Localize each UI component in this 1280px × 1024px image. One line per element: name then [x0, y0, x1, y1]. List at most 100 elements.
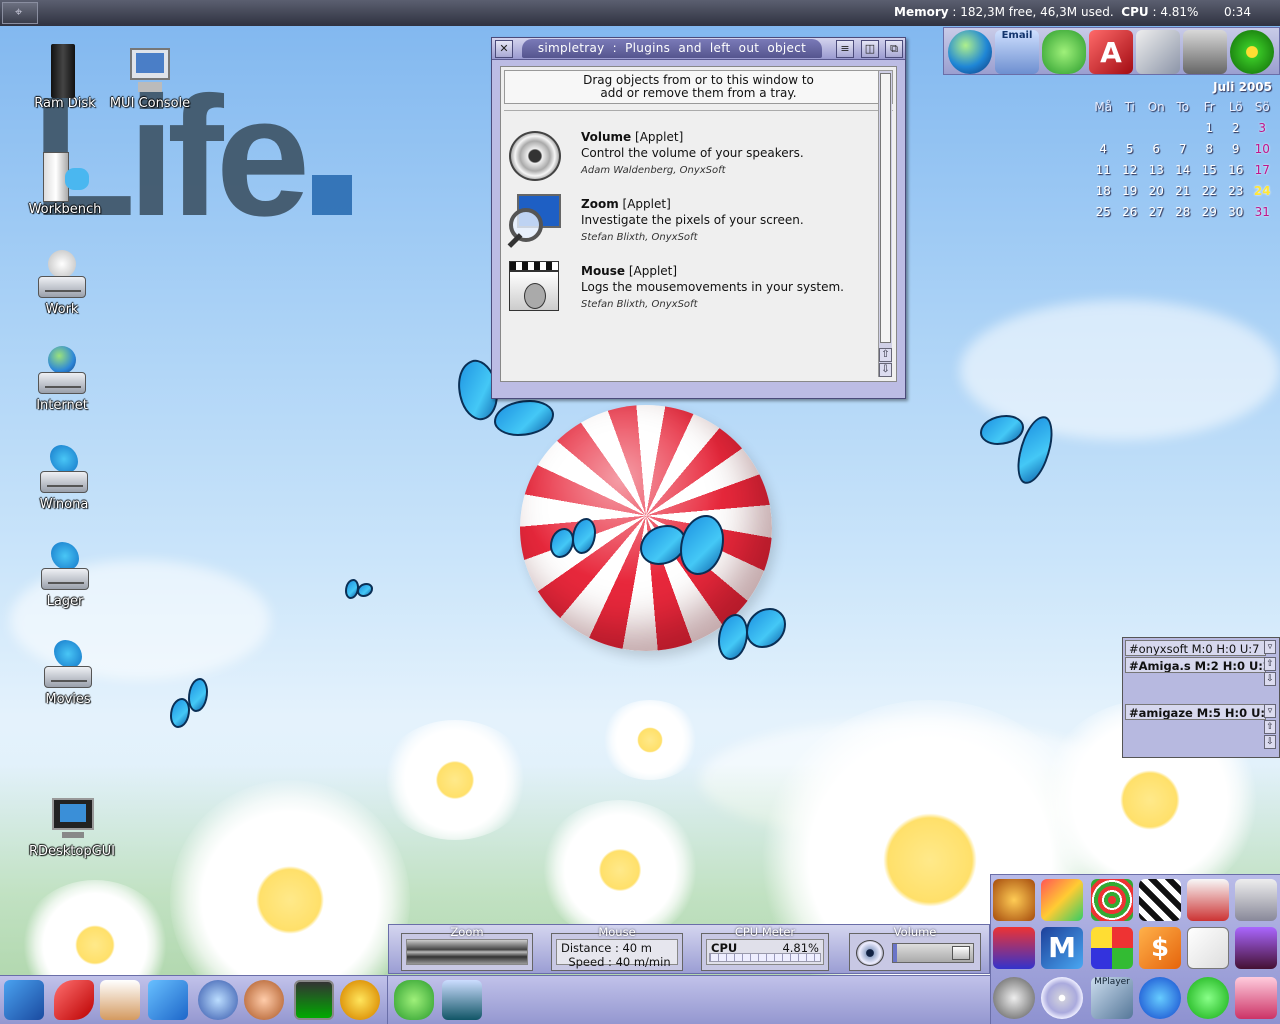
globe-icon[interactable] [948, 30, 992, 74]
calendar-day[interactable]: 8 [1196, 138, 1223, 159]
burning-icon[interactable] [993, 879, 1035, 921]
scroll-down-button[interactable]: ⇩ [1264, 735, 1276, 749]
calendar-day[interactable]: 6 [1143, 138, 1170, 159]
calendar-day[interactable]: 28 [1170, 201, 1197, 222]
email-butterfly-icon[interactable]: Email [995, 30, 1039, 74]
calendar-day[interactable]: 5 [1117, 138, 1144, 159]
window-titlebar[interactable]: ✕ simpletray : Plugins and left out obje… [492, 38, 905, 60]
volume-slider[interactable] [892, 943, 974, 963]
calendar-day[interactable]: 21 [1170, 180, 1197, 201]
scroll-down-button[interactable]: ⇩ [879, 363, 892, 377]
calendar-day[interactable]: 9 [1223, 138, 1250, 159]
volume-slider-knob[interactable] [952, 946, 970, 960]
calendar-day[interactable]: 2 [1223, 117, 1250, 138]
depth-button[interactable]: ⧉ [885, 40, 903, 58]
calendar-day[interactable]: 13 [1143, 159, 1170, 180]
cube-icon[interactable] [148, 980, 188, 1020]
desktop-icon-lager[interactable]: Lager [10, 542, 120, 609]
scroll-up-button[interactable]: ⇧ [879, 348, 892, 362]
zoom-applet[interactable]: Zoom [401, 925, 533, 971]
chat-bubbles-icon[interactable] [1042, 30, 1086, 74]
volume-applet[interactable]: Volume [849, 925, 981, 971]
mario-icon[interactable] [993, 927, 1035, 969]
calendar-day[interactable]: 10 [1249, 138, 1276, 159]
butterfly-app-icon[interactable] [1139, 977, 1181, 1019]
scroll-down-button[interactable]: ▿ [1264, 704, 1276, 718]
calendar-day[interactable]: 3 [1249, 117, 1276, 138]
cd-icon[interactable] [1041, 977, 1083, 1019]
calendar-day[interactable]: 12 [1117, 159, 1144, 180]
camera-icon[interactable] [1235, 879, 1277, 921]
calendar-day[interactable]: 17 [1249, 159, 1276, 180]
calendar-day[interactable]: 1 [1196, 117, 1223, 138]
chat-icon[interactable] [394, 980, 434, 1020]
search-globe-icon[interactable] [198, 980, 238, 1020]
zoom-button[interactable]: ◫ [861, 40, 879, 58]
calendar-day[interactable]: 20 [1143, 180, 1170, 201]
face-icon[interactable] [244, 980, 284, 1020]
monitor-icon[interactable] [294, 980, 334, 1020]
printer-icon[interactable] [100, 980, 140, 1020]
headphones-icon[interactable] [993, 977, 1035, 1019]
plugin-item-mouse[interactable]: Mouse [Applet] Logs the mousemovements i… [507, 261, 877, 321]
calendar-day[interactable]: 4 [1090, 138, 1117, 159]
scroll-down-button[interactable]: ▿ [1264, 640, 1276, 654]
desktop-icon-internet[interactable]: Internet [7, 346, 117, 413]
vertical-scrollbar[interactable]: ⇧ ⇩ [878, 71, 892, 377]
calendar-day[interactable]: 19 [1117, 180, 1144, 201]
mouse-applet[interactable]: Mouse Distance : 40 m Speed : 40 m/min [551, 925, 683, 971]
irc-channel-row[interactable]: #Amiga.s M:2 H:0 U:20 [1125, 657, 1266, 673]
desktop-icon-rdesktopgui[interactable]: RDesktopGUI [17, 786, 127, 859]
brush-icon[interactable] [4, 980, 44, 1020]
cpu-meter-applet[interactable]: CPU Meter CPU 4.81% [701, 925, 829, 971]
clapper-icon[interactable] [1139, 879, 1181, 921]
calendar-day[interactable]: 26 [1117, 201, 1144, 222]
red-a-icon[interactable]: A [1089, 30, 1133, 74]
dollar-icon[interactable]: $ [1139, 927, 1181, 969]
desktop-icon-movies[interactable]: Movies [13, 640, 123, 707]
calendar-day[interactable]: 24 [1249, 180, 1276, 201]
calendar-day[interactable]: 29 [1196, 201, 1223, 222]
desktop-icon-mui-console[interactable]: MUI Console [95, 44, 205, 111]
desktop-icon-work[interactable]: Work [7, 250, 117, 317]
calendar-day[interactable]: 22 [1196, 180, 1223, 201]
calendar-day[interactable]: 25 [1090, 201, 1117, 222]
puzzle-icon[interactable] [1091, 927, 1133, 969]
icq-flower-icon[interactable] [1230, 30, 1274, 74]
screenshot-icon[interactable] [1136, 30, 1180, 74]
scroll-down-button[interactable]: ⇩ [1264, 672, 1276, 686]
pen-icon[interactable] [54, 980, 94, 1020]
irc-channel-row[interactable]: #amigaze M:5 H:0 U:17 [1125, 704, 1266, 720]
figure-icon[interactable] [1235, 977, 1277, 1019]
calendar-day[interactable]: 30 [1223, 201, 1250, 222]
lucas-icon[interactable] [1235, 927, 1277, 969]
irc-channel-row[interactable]: #onyxsoft M:0 H:0 U:7 [1125, 640, 1266, 656]
calendar-day[interactable]: 16 [1223, 159, 1250, 180]
sun-edit-icon[interactable] [340, 980, 380, 1020]
cards-icon[interactable] [1187, 927, 1229, 969]
desktop-icon-winona[interactable]: Winona [9, 445, 119, 512]
paint-icon[interactable] [1041, 879, 1083, 921]
plugin-item-zoom[interactable]: Zoom [Applet] Investigate the pixels of … [507, 194, 877, 254]
calendar-day[interactable]: 31 [1249, 201, 1276, 222]
spiral-icon[interactable] [1091, 879, 1133, 921]
calendar-day[interactable]: 7 [1170, 138, 1197, 159]
iconify-button[interactable]: ≡ [836, 40, 854, 58]
calendar-day[interactable]: 14 [1170, 159, 1197, 180]
calendar-day[interactable]: 18 [1090, 180, 1117, 201]
plugin-item-volume[interactable]: Volume [Applet] Control the volume of yo… [507, 127, 877, 187]
calendar-day[interactable]: 23 [1223, 180, 1250, 201]
m-logo-icon[interactable]: M [1041, 927, 1083, 969]
scroll-up-button[interactable]: ⇧ [1264, 720, 1276, 734]
go-icon[interactable] [1187, 977, 1229, 1019]
network-icon[interactable] [442, 980, 482, 1020]
book-icon[interactable] [1187, 879, 1229, 921]
system-menu-button[interactable]: ⌖ [2, 2, 38, 24]
calendar-day[interactable]: 11 [1090, 159, 1117, 180]
plugin-list[interactable]: Drag objects from or to this window to a… [500, 66, 897, 382]
close-button[interactable]: ✕ [495, 40, 513, 58]
mplayer-icon[interactable]: MPlayer [1091, 977, 1133, 1019]
desktop-icon-workbench[interactable]: Workbench [10, 150, 120, 217]
calendar-day[interactable]: 15 [1196, 159, 1223, 180]
scroll-up-button[interactable]: ⇧ [1264, 657, 1276, 671]
